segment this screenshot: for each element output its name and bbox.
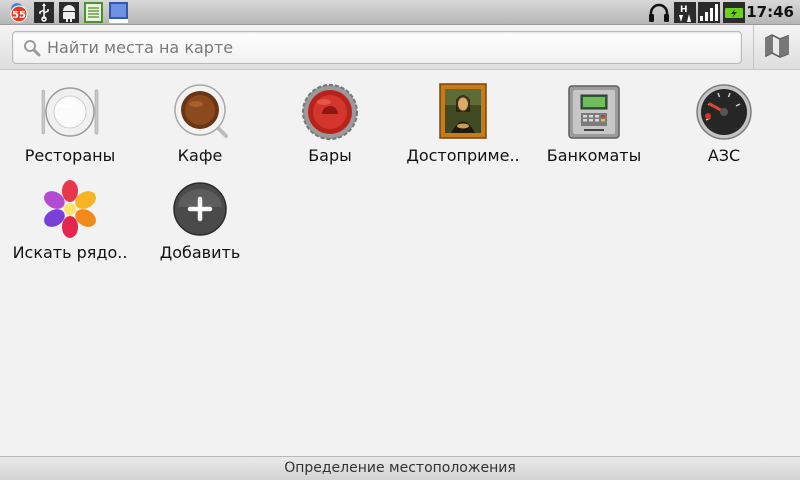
search-icon — [23, 39, 41, 61]
coffee-cup-icon — [170, 82, 230, 142]
document-icon[interactable] — [84, 2, 103, 27]
data-transfer-icon: H — [674, 2, 696, 27]
category-label: Рестораны — [24, 146, 116, 165]
category-cafe[interactable]: Кафе — [135, 72, 265, 168]
map-icon — [764, 33, 790, 63]
category-label: Бары — [308, 146, 352, 165]
category-grid: Рестораны Кафе Бары Достоприме.. Банкома… — [0, 72, 800, 452]
flower-search-icon — [40, 179, 100, 239]
usb-icon[interactable] — [34, 2, 54, 27]
category-label: Кафе — [177, 146, 223, 165]
search-input[interactable] — [47, 32, 727, 63]
book-icon[interactable] — [109, 2, 128, 27]
search-bar — [0, 25, 800, 70]
clock: 17:46 — [746, 3, 794, 21]
add-category-button[interactable]: Добавить — [135, 169, 265, 265]
category-gas-stations[interactable]: АЗС — [659, 72, 789, 168]
add-plus-icon — [170, 179, 230, 239]
category-restaurants[interactable]: Рестораны — [5, 72, 135, 168]
category-label: Достоприме.. — [406, 146, 520, 165]
category-attractions[interactable]: Достоприме.. — [398, 72, 528, 168]
svg-text:H: H — [680, 5, 688, 15]
atm-icon — [564, 82, 624, 142]
map-button[interactable] — [754, 25, 800, 70]
android-debug-icon[interactable] — [59, 2, 79, 27]
category-search-nearby[interactable]: Искать рядо.. — [5, 169, 135, 265]
category-label: Банкоматы — [546, 146, 642, 165]
category-label: Добавить — [159, 243, 241, 262]
category-bars[interactable]: Бары — [265, 72, 395, 168]
headphones-icon — [648, 2, 670, 27]
fuel-gauge-icon — [694, 82, 754, 142]
category-label: Искать рядо.. — [12, 243, 128, 262]
battery-charging-icon — [723, 2, 745, 27]
location-status: Определение местоположения — [284, 460, 516, 476]
mona-lisa-painting-icon — [433, 82, 493, 142]
bottom-status-bar: Определение местоположения — [0, 456, 800, 480]
category-atms[interactable]: Банкоматы — [529, 72, 659, 168]
restaurant-plate-icon — [40, 82, 100, 142]
category-label: АЗС — [707, 146, 741, 165]
notification-count: 55 — [12, 10, 26, 21]
android-screen: 55 H 17:46 Найти места на карте Ресторан… — [0, 0, 800, 480]
signal-icon — [698, 2, 720, 27]
notification-55-icon[interactable]: 55 — [6, 1, 32, 28]
bottle-cap-icon — [300, 82, 360, 142]
search-box[interactable] — [12, 31, 742, 64]
status-bar: 55 H 17:46 — [0, 0, 800, 25]
